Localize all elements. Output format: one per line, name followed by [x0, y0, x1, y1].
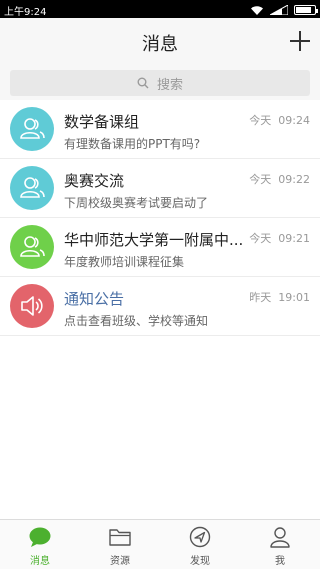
chat-bubble-icon — [29, 527, 51, 547]
conversation-name: 奥赛交流 — [64, 172, 125, 190]
conversation-day: 今天 — [249, 114, 272, 127]
search-bar: 搜索 — [0, 66, 320, 100]
conversation-item[interactable]: 数学备课组 有理数备课用的PPT有吗? 今天 09:24 — [0, 100, 320, 159]
tab-me[interactable]: 我 — [240, 520, 320, 569]
conversation-clock: 09:22 — [278, 173, 310, 186]
battery-icon — [294, 4, 318, 15]
avatar — [10, 284, 54, 328]
search-icon — [137, 77, 149, 89]
conversation-item[interactable]: 华中师范大学第一附属中... 年度教师培训课程征集 今天 09:21 — [0, 218, 320, 277]
status-icons — [250, 4, 318, 15]
avatar — [10, 166, 54, 210]
status-bar: 上午9:24 — [0, 0, 320, 18]
conversation-preview: 下周校级奥赛考试要启动了 — [64, 196, 209, 210]
conversation-item[interactable]: 通知公告 点击查看班级、学校等通知 昨天 19:01 — [0, 277, 320, 336]
tab-label: 消息 — [30, 556, 50, 567]
wifi-icon — [251, 5, 263, 15]
folder-icon — [109, 529, 131, 546]
group-icon — [20, 118, 45, 139]
person-icon — [270, 527, 290, 548]
conversation-preview: 有理数备课用的PPT有吗? — [64, 137, 201, 151]
conversation-preview: 点击查看班级、学校等通知 — [64, 314, 209, 328]
tab-bar: 消息 资源 发现 我 — [0, 519, 320, 569]
group-icon — [20, 177, 45, 198]
conversation-time: 今天 09:24 — [249, 112, 310, 128]
group-icon — [20, 236, 45, 257]
avatar — [10, 225, 54, 269]
search-placeholder: 搜索 — [156, 77, 183, 93]
avatar — [10, 107, 54, 151]
speaker-icon — [21, 296, 43, 316]
conversation-name: 数学备课组 — [64, 113, 140, 131]
conversation-clock: 09:21 — [278, 232, 310, 245]
signal-icon — [270, 4, 288, 15]
conversation-item[interactable]: 奥赛交流 下周校级奥赛考试要启动了 今天 09:22 — [0, 159, 320, 218]
tab-label: 资源 — [110, 556, 130, 567]
conversation-name: 通知公告 — [64, 290, 125, 308]
tab-discover[interactable]: 发现 — [160, 520, 240, 569]
tab-messages[interactable]: 消息 — [0, 520, 80, 569]
tab-label: 我 — [275, 556, 285, 567]
conversation-time: 昨天 19:01 — [249, 289, 310, 305]
tab-label: 发现 — [190, 556, 210, 567]
conversation-day: 今天 — [249, 232, 272, 245]
conversation-clock: 19:01 — [278, 291, 310, 304]
conversation-name: 华中师范大学第一附属中... — [64, 231, 244, 249]
conversation-clock: 09:24 — [278, 114, 310, 127]
add-button[interactable] — [290, 31, 310, 51]
status-time: 上午9:24 — [4, 7, 47, 18]
conversation-day: 今天 — [249, 173, 272, 186]
conversation-time: 今天 09:21 — [249, 230, 310, 246]
conversation-day: 昨天 — [249, 291, 272, 304]
conversation-time: 今天 09:22 — [249, 171, 310, 187]
page-title: 消息 — [142, 34, 178, 55]
tab-resources[interactable]: 资源 — [80, 520, 160, 569]
search-input[interactable]: 搜索 — [10, 70, 310, 96]
header: 消息 — [0, 18, 320, 66]
conversation-preview: 年度教师培训课程征集 — [64, 255, 185, 269]
compass-icon — [189, 526, 211, 548]
conversation-list: 数学备课组 有理数备课用的PPT有吗? 今天 09:24 奥赛交流 下周校级奥赛… — [0, 100, 320, 336]
